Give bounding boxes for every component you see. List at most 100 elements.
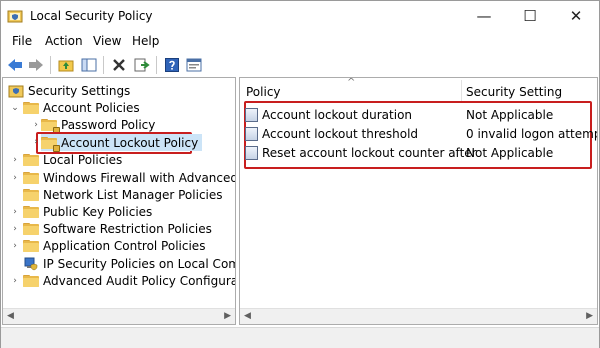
help-icon [165, 58, 179, 72]
tree-item-advanced-audit[interactable]: Advanced Audit Policy Configuration [23, 272, 235, 289]
folder-lock-icon [41, 136, 60, 152]
console-tree-icon [81, 58, 97, 72]
scroll-right-icon[interactable]: ▶ [224, 311, 231, 321]
folder-icon [23, 222, 39, 235]
expand-chevron-icon[interactable]: › [31, 137, 41, 147]
tree-item-network-list[interactable]: Network List Manager Policies [23, 186, 223, 203]
folder-icon [23, 274, 39, 287]
tree-label: Security Settings [28, 83, 131, 98]
tree-label: Account Policies [43, 100, 140, 115]
table-row[interactable]: Account lockout threshold 0 invalid logo… [242, 125, 597, 143]
expand-chevron-icon[interactable]: › [10, 241, 20, 251]
expand-chevron-icon[interactable]: › [31, 120, 41, 130]
expand-chevron-icon[interactable]: › [10, 155, 20, 165]
folder-open-icon [23, 101, 39, 114]
folder-lock-icon [41, 118, 60, 134]
window: Local Security Policy — ☐ ✕ File Action … [0, 0, 600, 348]
help-button[interactable] [162, 55, 182, 75]
expand-chevron-icon[interactable]: › [10, 207, 20, 217]
scroll-right-icon[interactable]: ▶ [586, 311, 593, 321]
folder-icon [23, 188, 39, 201]
tree-label: Account Lockout Policy [61, 135, 199, 150]
collapse-chevron-icon[interactable]: ⌄ [10, 103, 20, 113]
menu-help[interactable]: Help [132, 34, 159, 48]
minimize-icon: — [476, 7, 492, 25]
folder-icon [23, 171, 39, 184]
minimize-button[interactable]: — [461, 1, 507, 31]
delete-button[interactable] [109, 55, 129, 75]
folder-icon [23, 205, 39, 218]
column-header-security-setting[interactable]: Security Setting [466, 78, 596, 102]
tree-item-application-control[interactable]: Application Control Policies [23, 237, 205, 254]
menu-file[interactable]: File [12, 34, 32, 48]
tree-label: Password Policy [61, 117, 156, 132]
security-setting-value: Not Applicable [466, 146, 554, 160]
tree-label: Software Restriction Policies [43, 221, 212, 236]
toolbar-separator [50, 56, 51, 74]
sort-ascending-icon: ^ [347, 77, 356, 88]
policy-name: Reset account lockout counter after [262, 146, 477, 160]
tree-label: Public Key Policies [43, 204, 153, 219]
horizontal-scrollbar[interactable]: ◀ ▶ [240, 308, 597, 324]
title-bar[interactable]: Local Security Policy — ☐ ✕ [1, 1, 599, 31]
back-button[interactable] [5, 55, 25, 75]
tree-item-windows-firewall[interactable]: Windows Firewall with Advanced Secu [23, 169, 235, 186]
tree-item-account-policies[interactable]: Account Policies [23, 99, 140, 116]
maximize-icon: ☐ [523, 7, 537, 25]
delete-x-icon [113, 59, 125, 71]
security-setting-value: Not Applicable [466, 108, 554, 122]
toolbar-separator [103, 56, 104, 74]
policy-setting-icon [245, 146, 258, 160]
tree-item-account-lockout-policy[interactable]: Account Lockout Policy [41, 134, 203, 152]
export-icon [134, 58, 150, 72]
tree-label: Network List Manager Policies [43, 187, 223, 202]
menu-action[interactable]: Action [45, 34, 83, 48]
policy-setting-icon [245, 108, 258, 122]
scroll-left-icon[interactable]: ◀ [244, 311, 251, 321]
folder-icon [23, 153, 39, 166]
horizontal-scrollbar[interactable]: ◀ ▶ [3, 308, 235, 324]
table-row[interactable]: Account lockout duration Not Applicable [242, 106, 594, 124]
properties-icon [186, 58, 202, 72]
tree-item-public-key[interactable]: Public Key Policies [23, 203, 152, 220]
forward-arrow-icon [29, 59, 43, 71]
maximize-button[interactable]: ☐ [507, 1, 553, 31]
details-pane[interactable]: Policy ^ Security Setting Account lockou… [239, 77, 598, 325]
ip-security-icon [24, 257, 38, 270]
tree-label: Application Control Policies [43, 238, 206, 253]
tree-item-password-policy[interactable]: Password Policy [41, 116, 156, 134]
toolbar [1, 53, 599, 77]
tree-item-local-policies[interactable]: Local Policies [23, 151, 122, 168]
expand-chevron-icon[interactable]: › [10, 276, 20, 286]
expand-chevron-icon[interactable]: › [10, 173, 20, 183]
show-hide-tree-button[interactable] [79, 55, 99, 75]
export-list-button[interactable] [132, 55, 152, 75]
menu-bar: File Action View Help [1, 31, 599, 53]
tree-item-software-restriction[interactable]: Software Restriction Policies [23, 220, 212, 237]
security-setting-value: 0 invalid logon attempts [466, 127, 598, 141]
column-label: Security Setting [466, 85, 563, 99]
folder-icon [23, 239, 39, 252]
tree-label: IP Security Policies on Local Compute [43, 256, 235, 271]
column-label: Policy [246, 85, 281, 99]
security-policy-icon [7, 10, 23, 23]
policy-setting-icon [245, 127, 258, 141]
tree-item-ip-security[interactable]: IP Security Policies on Local Compute [23, 255, 235, 272]
column-divider[interactable] [461, 80, 462, 101]
up-one-level-button[interactable] [56, 55, 76, 75]
tree-label: Local Policies [43, 152, 123, 167]
back-arrow-icon [8, 59, 22, 71]
security-settings-icon [8, 85, 24, 97]
tree-item-security-settings[interactable]: Security Settings [8, 82, 130, 99]
properties-button[interactable] [184, 55, 204, 75]
table-row[interactable]: Reset account lockout counter after Not … [242, 144, 594, 162]
expand-chevron-icon[interactable]: › [10, 224, 20, 234]
close-button[interactable]: ✕ [553, 1, 599, 31]
console-tree-pane[interactable]: Security Settings ⌄ Account Policies › P… [2, 77, 236, 325]
window-title: Local Security Policy [30, 9, 153, 23]
toolbar-separator [156, 56, 157, 74]
menu-view[interactable]: View [93, 34, 121, 48]
close-icon: ✕ [569, 7, 583, 25]
forward-button[interactable] [26, 55, 46, 75]
scroll-left-icon[interactable]: ◀ [7, 311, 14, 321]
